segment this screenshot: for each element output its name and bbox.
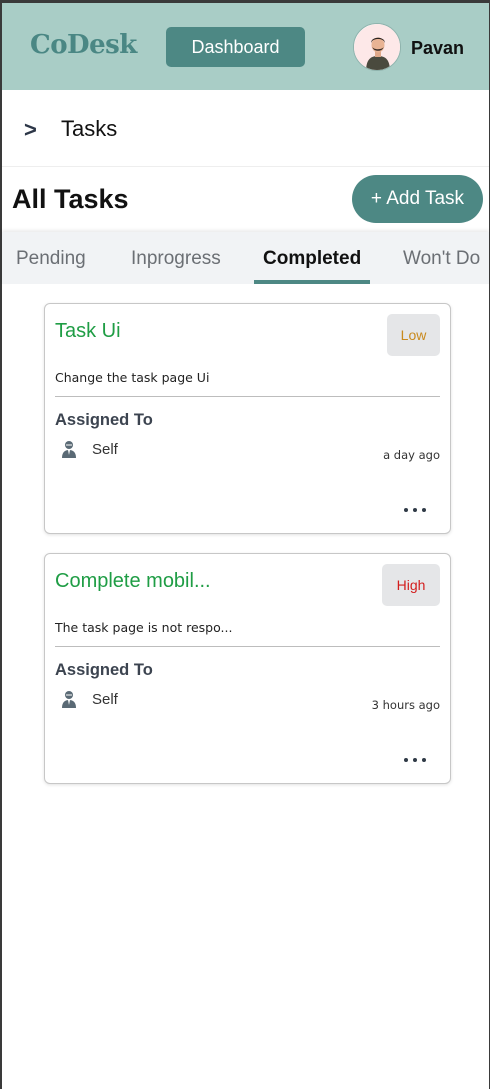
tab-completed[interactable]: Completed bbox=[263, 248, 361, 270]
breadcrumb-arrow-icon[interactable]: > bbox=[24, 117, 37, 143]
priority-badge: High bbox=[382, 564, 440, 606]
page-title: All Tasks bbox=[12, 184, 129, 214]
card-divider bbox=[55, 396, 440, 397]
user-name[interactable]: Pavan bbox=[411, 38, 464, 59]
status-tabs: Pending Inprogress Completed Won't Do bbox=[2, 232, 489, 284]
user-avatar-icon bbox=[354, 24, 400, 70]
assigned-to-label: Assigned To bbox=[55, 411, 153, 429]
assigned-to-label: Assigned To bbox=[55, 661, 153, 679]
breadcrumb-label: Tasks bbox=[61, 116, 118, 141]
user-icon bbox=[62, 441, 76, 458]
task-title[interactable]: Complete mobil... bbox=[55, 570, 211, 593]
task-description: Change the task page Ui bbox=[55, 370, 210, 385]
task-description: The task page is not respo... bbox=[55, 620, 233, 635]
card-divider bbox=[55, 646, 440, 647]
add-task-button[interactable]: + Add Task bbox=[352, 175, 483, 223]
tab-wont-do[interactable]: Won't Do bbox=[403, 248, 480, 270]
more-options-icon[interactable] bbox=[404, 756, 426, 764]
title-row: All Tasks + Add Task bbox=[2, 167, 489, 232]
dashboard-button[interactable]: Dashboard bbox=[166, 27, 305, 67]
task-title[interactable]: Task Ui bbox=[55, 320, 121, 343]
task-timestamp: a day ago bbox=[383, 448, 440, 462]
app-logo[interactable]: CoDesk bbox=[30, 30, 137, 60]
priority-badge: Low bbox=[387, 314, 440, 356]
task-card[interactable]: Task Ui Low Change the task page Ui Assi… bbox=[44, 303, 451, 534]
breadcrumb: > Tasks bbox=[2, 90, 489, 167]
more-options-icon[interactable] bbox=[404, 506, 426, 514]
tab-pending[interactable]: Pending bbox=[16, 248, 86, 270]
assignee-name: Self bbox=[92, 691, 118, 708]
assignee-name: Self bbox=[92, 441, 118, 458]
user-icon bbox=[62, 691, 76, 708]
task-list: Task Ui Low Change the task page Ui Assi… bbox=[2, 284, 489, 1089]
app-header: CoDesk Dashboard Pavan bbox=[2, 3, 489, 90]
task-card[interactable]: Complete mobil... High The task page is … bbox=[44, 553, 451, 784]
tab-inprogress[interactable]: Inprogress bbox=[131, 248, 221, 270]
avatar[interactable] bbox=[353, 23, 401, 71]
task-timestamp: 3 hours ago bbox=[371, 698, 440, 712]
